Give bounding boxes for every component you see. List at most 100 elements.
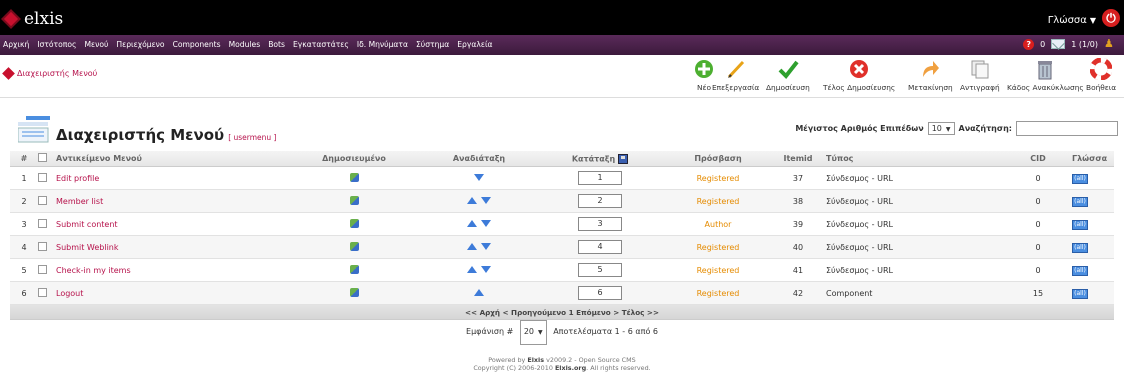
col-published[interactable]: Δημοσιευμένο	[292, 154, 416, 163]
help-label: Βοήθεια	[1086, 83, 1117, 92]
footer-site-link[interactable]: Elxis.org	[555, 364, 586, 372]
order-input[interactable]: 4	[578, 240, 622, 254]
menu-item-tools[interactable]: Εργαλεία	[457, 40, 492, 49]
access-level[interactable]: Author	[705, 220, 732, 229]
menu-item-link[interactable]: Edit profile	[56, 174, 99, 183]
move-button[interactable]: Μετακίνηση	[908, 58, 953, 92]
save-order-icon[interactable]	[618, 153, 629, 164]
move-up-icon[interactable]	[467, 196, 477, 204]
menu-item-link[interactable]: Member list	[56, 197, 103, 206]
filters: Μέγιστος Αριθμός Επιπέδων 10 ▼ Αναζήτηση:	[795, 121, 1118, 136]
col-order-label[interactable]: Κατάταξη	[572, 154, 615, 163]
published-icon[interactable]	[349, 264, 359, 274]
order-input[interactable]: 6	[578, 286, 622, 300]
unpublish-button[interactable]: Τέλος Δημοσίευσης	[823, 58, 895, 92]
pagination-links[interactable]: << Αρχή < Προηγούμενο 1 Επόμενο > Τέλος …	[10, 305, 1114, 320]
publish-button[interactable]: Δημοσίευση	[766, 58, 810, 92]
display-count-select[interactable]: 20 ▼	[519, 320, 547, 345]
row-checkbox[interactable]	[38, 241, 47, 251]
order-input[interactable]: 1	[578, 171, 622, 185]
col-type[interactable]: Τύπος	[818, 154, 1008, 163]
language-selector[interactable]: Γλώσσα ▼	[1048, 15, 1096, 26]
menu-item-system[interactable]: Σύστημα	[416, 40, 449, 49]
access-level[interactable]: Registered	[697, 243, 740, 252]
menu-item-modules[interactable]: Modules	[229, 40, 261, 49]
max-levels-select[interactable]: 10 ▼	[927, 122, 955, 135]
edit-button[interactable]: Επεξεργασία	[712, 58, 759, 92]
published-icon[interactable]	[349, 172, 359, 182]
col-cid[interactable]: CID	[1008, 154, 1068, 163]
menu-item-link[interactable]: Check-in my items	[56, 266, 131, 275]
col-item[interactable]: Αντικείμενο Μενού	[56, 154, 292, 163]
row-number: 6	[21, 288, 27, 298]
published-icon[interactable]	[349, 241, 359, 251]
menu-item-link[interactable]: Logout	[56, 289, 83, 298]
help-question-icon[interactable]: ?	[1023, 38, 1035, 50]
help-button[interactable]: Βοήθεια	[1086, 57, 1117, 92]
order-input[interactable]: 2	[578, 194, 622, 208]
trash-icon	[1034, 58, 1056, 80]
footer-brand-link[interactable]: Elxis	[527, 356, 544, 364]
move-up-icon[interactable]	[474, 288, 484, 296]
published-icon[interactable]	[349, 218, 359, 228]
access-level[interactable]: Registered	[697, 266, 740, 275]
row-number: 1	[21, 173, 27, 183]
published-icon[interactable]	[349, 287, 359, 297]
row-number: 5	[21, 265, 27, 275]
access-level[interactable]: Registered	[697, 289, 740, 298]
table-row: 1 Edit profile 1 Registered 37 Σύνδεσμος - UR…	[10, 167, 1114, 190]
row-number: 2	[21, 196, 27, 206]
order-input[interactable]: 5	[578, 263, 622, 277]
order-input[interactable]: 3	[578, 217, 622, 231]
row-checkbox[interactable]	[38, 172, 47, 182]
row-checkbox[interactable]	[38, 264, 47, 274]
col-reorder: Αναδιάταξη	[452, 154, 506, 163]
move-down-icon[interactable]	[474, 173, 484, 181]
mail-icon[interactable]	[1051, 39, 1066, 49]
breadcrumb-label: Διαχειριστής Μενού	[17, 69, 98, 78]
users-online-count: 1 (1/0)	[1071, 39, 1098, 49]
page-title: Διαχειριστής Μενού	[56, 126, 225, 144]
page-subtitle: [ usermenu ]	[228, 133, 277, 142]
menu-item-bots[interactable]: Bots	[268, 40, 285, 49]
col-access[interactable]: Πρόσβαση	[658, 154, 778, 163]
row-checkbox[interactable]	[38, 195, 47, 205]
move-up-icon[interactable]	[467, 219, 477, 227]
logout-power-icon[interactable]: ⏻	[1102, 9, 1120, 27]
menu-item-link[interactable]: Submit Weblink	[56, 243, 119, 252]
select-all-checkbox[interactable]	[38, 153, 47, 162]
published-icon[interactable]	[349, 195, 359, 205]
trash-button[interactable]: Κάδος Ανακύκλωσης	[1007, 58, 1084, 92]
menu-item-link[interactable]: Submit content	[56, 220, 118, 229]
menu-item-installers[interactable]: Εγκαταστάτες	[293, 40, 349, 49]
search-label: Αναζήτηση:	[958, 124, 1012, 133]
move-down-icon[interactable]	[481, 196, 491, 204]
elxis-logo[interactable]: elxis	[1, 9, 63, 29]
copy-button[interactable]: Αντιγραφή	[960, 58, 1000, 92]
menu-item-menu[interactable]: Μενού	[84, 40, 108, 49]
item-cid: 0	[1035, 242, 1041, 252]
breadcrumb: Διαχειριστής Μενού	[2, 67, 98, 80]
menu-item-home[interactable]: Αρχική	[3, 40, 29, 49]
menu-item-components[interactable]: Components	[173, 40, 221, 49]
menu-item-site[interactable]: Ιστότοπος	[37, 40, 76, 49]
col-itemid[interactable]: Itemid	[778, 154, 818, 163]
menu-item-content[interactable]: Περιεχόμενο	[116, 40, 164, 49]
move-down-icon[interactable]	[481, 242, 491, 250]
users-icon[interactable]: ♟	[1104, 38, 1118, 50]
chevron-down-icon: ▼	[1089, 16, 1096, 25]
move-up-icon[interactable]	[467, 242, 477, 250]
move-down-icon[interactable]	[481, 219, 491, 227]
item-id: 42	[792, 288, 804, 298]
language-badge: (all)	[1072, 242, 1088, 253]
row-checkbox[interactable]	[38, 287, 47, 297]
footer-rights: . All rights reserved.	[586, 364, 651, 372]
menu-item-private-messages[interactable]: Ιδ. Μηνύματα	[357, 40, 408, 49]
row-checkbox[interactable]	[38, 218, 47, 228]
search-input[interactable]	[1016, 121, 1118, 136]
move-down-icon[interactable]	[481, 265, 491, 273]
access-level[interactable]: Registered	[697, 174, 740, 183]
access-level[interactable]: Registered	[697, 197, 740, 206]
item-cid: 0	[1035, 265, 1041, 275]
move-up-icon[interactable]	[467, 265, 477, 273]
